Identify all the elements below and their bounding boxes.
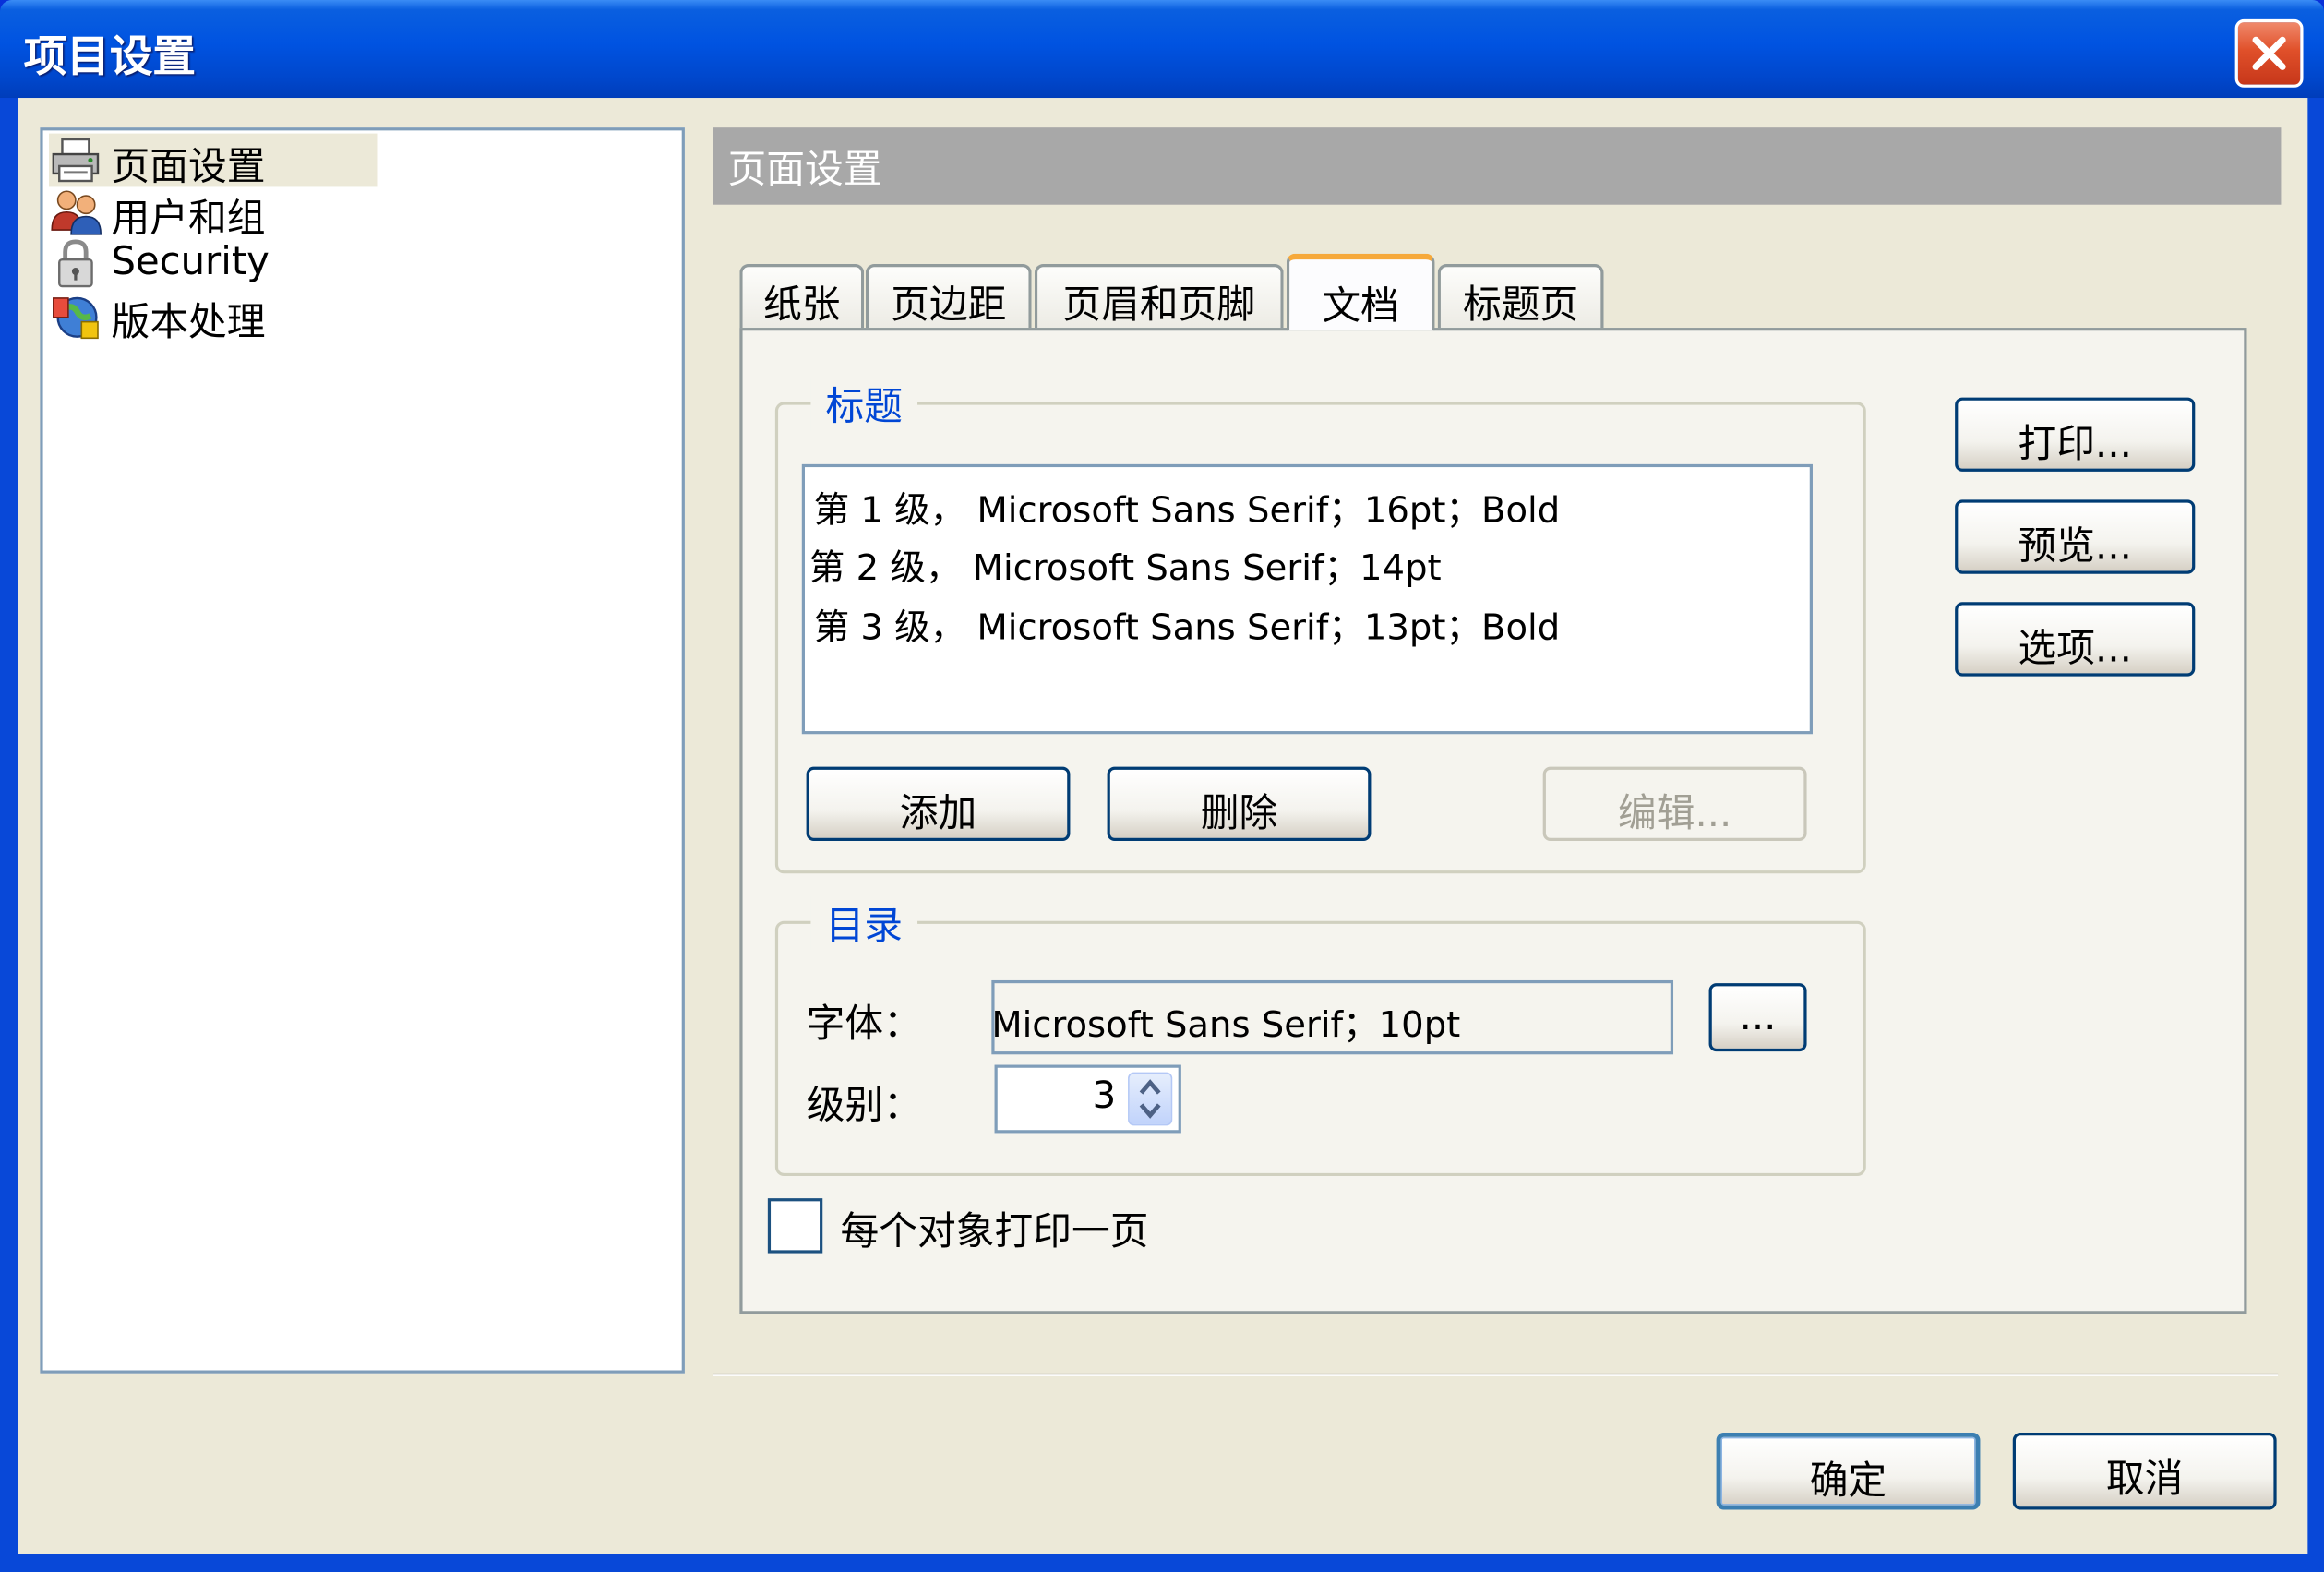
preview-button[interactable]: 预览... — [1955, 499, 2196, 574]
preview-button-label: 预览... — [2018, 524, 2132, 570]
headings-group-title: 标题 — [810, 377, 918, 432]
one-page-per-object-checkbox[interactable] — [767, 1198, 823, 1254]
page-header: 页面设置 — [713, 127, 2282, 205]
close-icon — [2252, 36, 2286, 70]
settings-category-list[interactable]: 页面设置 用户和组 Security 版本处理 — [40, 127, 685, 1374]
checkbox-label[interactable]: 每个对象打印一页 — [841, 1201, 1149, 1255]
cancel-button[interactable]: 取消 — [2012, 1432, 2277, 1510]
sidebar-item-users-groups[interactable]: 用户和组 — [49, 186, 378, 242]
add-button[interactable]: 添加 — [806, 766, 1071, 841]
sidebar-item-page-setup[interactable]: 页面设置 — [48, 133, 378, 190]
tab-margins[interactable]: 页边距 — [865, 263, 1032, 330]
delete-button[interactable]: 删除 — [1107, 766, 1372, 841]
list-item[interactable]: 第 2 级， Microsoft Sans Serif；14pt — [809, 538, 1442, 590]
delete-button-label: 删除 — [1200, 791, 1278, 837]
ok-button[interactable]: 确定 — [1716, 1432, 1981, 1510]
list-item[interactable]: 第 1 级， Microsoft Sans Serif；16pt；Bold — [814, 481, 1561, 533]
print-button-label: 打印... — [2018, 422, 2132, 468]
heading-levels-list[interactable]: 第 1 级， Microsoft Sans Serif；16pt；Bold 第 … — [801, 463, 1813, 735]
sidebar-item-label: 版本处理 — [111, 301, 266, 346]
dialog-window: 项目设置 页面设置 用户和组 Security 版本处理 页面设置 纸张 页边距… — [0, 0, 2324, 1572]
tab-label: 页边距 — [891, 282, 1007, 329]
toc-font-value: Microsoft Sans Serif；10pt — [991, 1003, 1461, 1046]
sidebar-item-label: 页面设置 — [111, 145, 266, 190]
add-button-label: 添加 — [899, 791, 977, 837]
padlock-icon — [58, 239, 93, 288]
edit-button-label: 编辑... — [1617, 791, 1732, 837]
tab-paper[interactable]: 纸张 — [739, 263, 865, 330]
versioning-icon — [53, 296, 99, 340]
spin-down-icon[interactable] — [1138, 1102, 1162, 1120]
footer-separator — [713, 1373, 2279, 1376]
toc-font-field: Microsoft Sans Serif；10pt — [991, 979, 1674, 1055]
title-bar[interactable]: 项目设置 — [0, 0, 2324, 99]
close-button[interactable] — [2234, 18, 2304, 88]
tab-title-page[interactable]: 标题页 — [1437, 263, 1604, 330]
level-value[interactable]: 3 — [1093, 1074, 1117, 1117]
tab-label: 文档 — [1322, 284, 1399, 330]
toc-group-title: 目录 — [810, 895, 918, 951]
font-browse-label: ... — [1739, 995, 1777, 1040]
window-title: 项目设置 — [23, 30, 196, 82]
printer-icon — [52, 138, 100, 183]
sidebar-item-label: 用户和组 — [111, 197, 266, 242]
font-browse-button[interactable]: ... — [1708, 983, 1807, 1052]
page-title: 页面设置 — [727, 148, 882, 193]
print-button[interactable]: 打印... — [1955, 397, 2196, 472]
sidebar-item-versioning[interactable]: 版本处理 — [49, 289, 378, 345]
tab-header-footer[interactable]: 页眉和页脚 — [1034, 263, 1284, 330]
options-button[interactable]: 选项... — [1955, 602, 2196, 677]
cancel-button-label: 取消 — [2105, 1458, 2184, 1503]
options-button-label: 选项... — [2018, 627, 2132, 672]
sidebar-item-security[interactable]: Security — [49, 237, 378, 291]
spin-up-icon[interactable] — [1138, 1078, 1162, 1096]
tab-label: 纸张 — [762, 282, 841, 329]
edit-button[interactable]: 编辑... — [1542, 766, 1807, 841]
sidebar-item-label: Security — [111, 240, 270, 285]
tab-label: 标题页 — [1462, 282, 1579, 329]
tab-label: 页眉和页脚 — [1062, 282, 1256, 329]
level-label: 级别： — [806, 1084, 922, 1129]
tab-document[interactable]: 文档 — [1286, 253, 1435, 331]
level-spin-buttons[interactable] — [1128, 1072, 1173, 1126]
ok-button-label: 确定 — [1809, 1458, 1887, 1505]
list-item[interactable]: 第 3 级， Microsoft Sans Serif；13pt；Bold — [814, 597, 1561, 649]
users-icon — [51, 190, 102, 235]
font-label: 字体： — [806, 1002, 922, 1048]
level-stepper[interactable]: 3 — [994, 1064, 1181, 1134]
